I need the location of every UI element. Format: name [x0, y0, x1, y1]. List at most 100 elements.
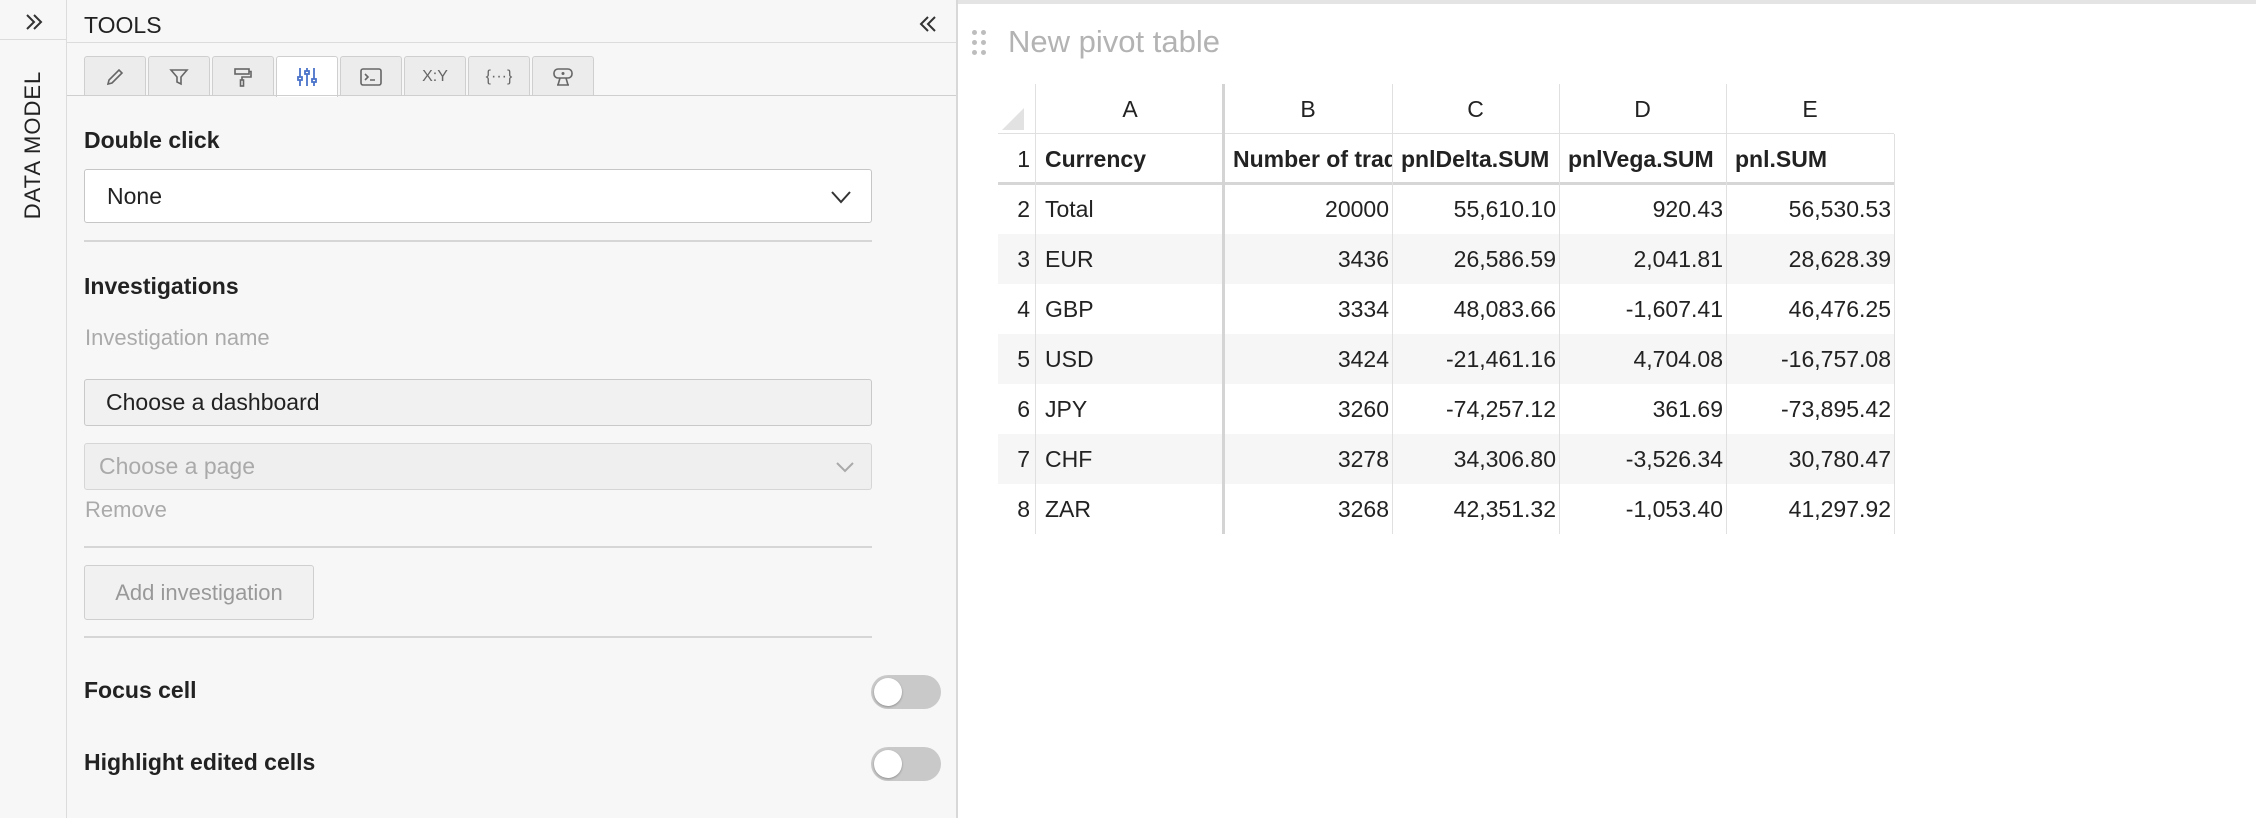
- member-cell[interactable]: EUR: [1036, 234, 1224, 284]
- value-cell[interactable]: 56,530.53: [1726, 184, 1894, 234]
- column-header-b[interactable]: B: [1224, 84, 1392, 134]
- tab-settings[interactable]: [276, 56, 338, 97]
- value-cell[interactable]: 41,297.92: [1726, 484, 1894, 534]
- chevron-down-icon: [836, 462, 854, 473]
- tab-xy[interactable]: X:Y: [404, 56, 466, 96]
- select-all-corner[interactable]: [998, 84, 1036, 134]
- value-cell[interactable]: 361.69: [1559, 384, 1726, 434]
- member-cell[interactable]: Total: [1036, 184, 1224, 234]
- column-header-d[interactable]: D: [1559, 84, 1726, 134]
- field-header-cell[interactable]: pnlVega.SUM: [1559, 134, 1726, 184]
- highlight-edited-toggle[interactable]: [871, 747, 941, 781]
- column-header-e[interactable]: E: [1726, 84, 1894, 134]
- grid-line: [1035, 84, 1036, 534]
- toggle-knob: [874, 678, 902, 706]
- paint-roller-icon: [234, 67, 252, 87]
- value-cell[interactable]: 3436: [1224, 234, 1392, 284]
- row-header[interactable]: 4: [998, 284, 1034, 334]
- panel-title: TOOLS: [84, 12, 162, 38]
- tab-format[interactable]: [212, 56, 274, 96]
- field-header-cell[interactable]: pnlDelta.SUM: [1392, 134, 1559, 184]
- data-model-tab[interactable]: DATA MODEL: [20, 71, 46, 220]
- value-cell[interactable]: 34,306.80: [1392, 434, 1559, 484]
- grid-line: [1894, 134, 1895, 534]
- tab-variables[interactable]: {···}: [468, 56, 530, 96]
- tab-filter[interactable]: [148, 56, 210, 96]
- collapse-panel-button[interactable]: [912, 8, 944, 40]
- choose-page-select[interactable]: Choose a page: [84, 443, 872, 490]
- toggle-knob: [874, 750, 902, 778]
- value-cell[interactable]: 48,083.66: [1392, 284, 1559, 334]
- value-cell[interactable]: 30,780.47: [1726, 434, 1894, 484]
- value-cell[interactable]: 26,586.59: [1392, 234, 1559, 284]
- value-cell[interactable]: -16,757.08: [1726, 334, 1894, 384]
- row-header[interactable]: 2: [998, 184, 1034, 234]
- value-cell[interactable]: -1,607.41: [1559, 284, 1726, 334]
- value-cell[interactable]: 46,476.25: [1726, 284, 1894, 334]
- double-chevron-right-icon: [25, 13, 42, 30]
- field-header-cell[interactable]: Number of trades: [1224, 134, 1392, 184]
- member-cell[interactable]: USD: [1036, 334, 1224, 384]
- value-cell[interactable]: -73,895.42: [1726, 384, 1894, 434]
- tab-widget[interactable]: [532, 56, 594, 96]
- value-cell[interactable]: 4,704.08: [1559, 334, 1726, 384]
- highlight-edited-label: Highlight edited cells: [84, 749, 316, 775]
- value-cell[interactable]: -1,053.40: [1559, 484, 1726, 534]
- member-cell[interactable]: GBP: [1036, 284, 1224, 334]
- value-cell[interactable]: -3,526.34: [1559, 434, 1726, 484]
- value-cell[interactable]: 42,351.32: [1392, 484, 1559, 534]
- value-cell[interactable]: -74,257.12: [1392, 384, 1559, 434]
- field-header-cell[interactable]: Currency: [1036, 134, 1224, 184]
- sliders-icon: [297, 68, 317, 86]
- value-cell[interactable]: 3278: [1224, 434, 1392, 484]
- left-rail: DATA MODEL: [0, 0, 67, 818]
- value-cell[interactable]: -21,461.16: [1392, 334, 1559, 384]
- member-cell[interactable]: ZAR: [1036, 484, 1224, 534]
- terminal-icon: [360, 67, 382, 86]
- divider: [84, 636, 872, 638]
- value-cell[interactable]: 920.43: [1559, 184, 1726, 234]
- tab-edit[interactable]: [84, 56, 146, 96]
- expand-panel-button[interactable]: [0, 4, 67, 40]
- value-cell[interactable]: 3334: [1224, 284, 1392, 334]
- value-cell[interactable]: 3268: [1224, 484, 1392, 534]
- focus-cell-label: Focus cell: [84, 677, 197, 703]
- focus-cell-toggle[interactable]: [871, 675, 941, 709]
- value-cell[interactable]: 55,610.10: [1392, 184, 1559, 234]
- value-cell[interactable]: 2,041.81: [1559, 234, 1726, 284]
- value-cell[interactable]: 3260: [1224, 384, 1392, 434]
- tab-terminal[interactable]: [340, 56, 402, 96]
- double-chevron-left-icon: [919, 16, 936, 32]
- pivot-widget: New pivot table A B C D E 1 2 3 4 5 6 7 8 Currency Num…: [958, 0, 2256, 818]
- row-header[interactable]: 7: [998, 434, 1034, 484]
- column-header-c[interactable]: C: [1392, 84, 1559, 134]
- add-investigation-button[interactable]: Add investigation: [84, 565, 314, 620]
- column-header-a[interactable]: A: [1036, 84, 1224, 134]
- field-header-cell[interactable]: pnl.SUM: [1726, 134, 1894, 184]
- widget-icon: [553, 67, 573, 86]
- value-cell[interactable]: 20000: [1224, 184, 1392, 234]
- value-cell[interactable]: 28,628.39: [1726, 234, 1894, 284]
- member-cell[interactable]: JPY: [1036, 384, 1224, 434]
- grid-line: [1222, 84, 1225, 534]
- investigation-name-input[interactable]: Investigation name: [85, 325, 270, 351]
- value-cell[interactable]: 3424: [1224, 334, 1392, 384]
- grid-line: [1559, 84, 1560, 534]
- double-click-label: Double click: [84, 127, 220, 153]
- grid-line: [998, 133, 1894, 134]
- choose-dashboard-button[interactable]: Choose a dashboard: [84, 379, 872, 426]
- row-header[interactable]: 1: [998, 134, 1034, 184]
- row-header[interactable]: 5: [998, 334, 1034, 384]
- widget-title[interactable]: New pivot table: [1008, 24, 1220, 60]
- double-click-select[interactable]: None: [84, 169, 872, 223]
- row-header[interactable]: 3: [998, 234, 1034, 284]
- remove-investigation-link[interactable]: Remove: [85, 497, 167, 523]
- row-header[interactable]: 6: [998, 384, 1034, 434]
- tools-panel-header: TOOLS: [67, 4, 956, 43]
- row-header[interactable]: 8: [998, 484, 1034, 534]
- divider: [84, 546, 872, 548]
- member-cell[interactable]: CHF: [1036, 434, 1224, 484]
- tabs-divider: [67, 95, 956, 96]
- grid-line: [1726, 84, 1727, 534]
- drag-handle-icon[interactable]: [972, 30, 986, 56]
